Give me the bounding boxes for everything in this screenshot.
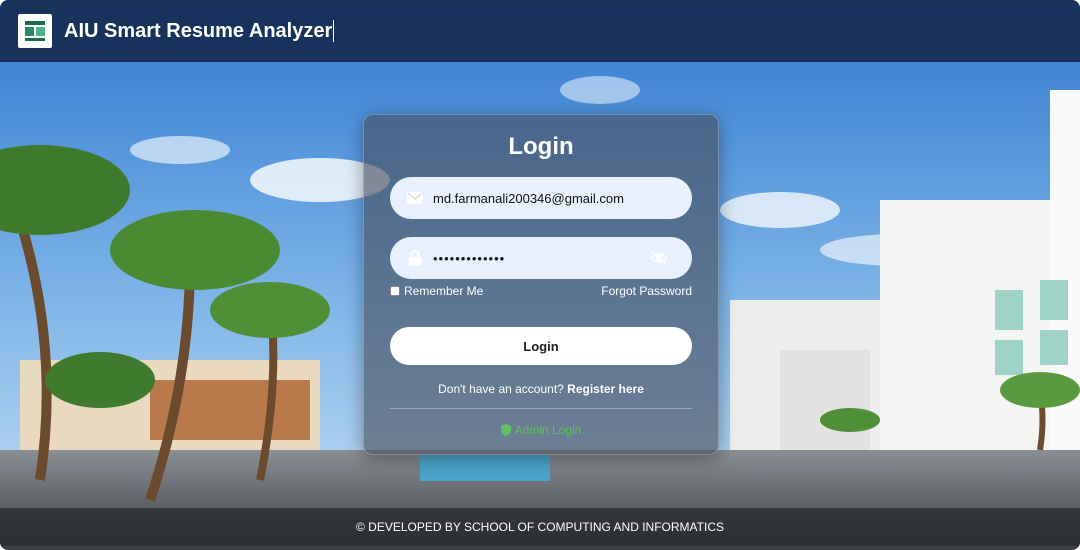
register-prompt-text: Don't have an account? <box>438 382 564 396</box>
register-prompt: Don't have an account? Register here <box>364 382 718 396</box>
shield-icon <box>500 424 511 436</box>
footer: © DEVELOPED BY SCHOOL OF COMPUTING AND I… <box>0 508 1080 546</box>
remember-me-label: Remember Me <box>404 284 484 298</box>
login-title: Login <box>508 133 574 160</box>
register-link[interactable]: Register here <box>567 382 644 396</box>
remember-me-checkbox[interactable] <box>390 286 400 296</box>
app-header: AIU Smart Resume Analyzer <box>0 0 1080 62</box>
lock-icon <box>407 250 423 266</box>
envelope-icon <box>407 190 423 206</box>
divider <box>390 408 692 409</box>
login-button[interactable]: Login <box>390 327 692 365</box>
admin-login-link[interactable]: Admin Login <box>364 423 718 437</box>
app-title: AIU Smart Resume Analyzer <box>64 19 333 42</box>
remember-me[interactable]: Remember Me <box>390 284 483 298</box>
password-input[interactable] <box>433 250 653 266</box>
app-window: AIU Smart Resume Analyzer Login md.farma… <box>0 0 1080 550</box>
footer-text: © DEVELOPED BY SCHOOL OF COMPUTING AND I… <box>355 520 724 534</box>
password-field[interactable] <box>390 237 692 279</box>
admin-login-label: Admin Login <box>514 423 582 437</box>
forgot-password-link[interactable]: Forgot Password <box>601 284 692 298</box>
email-input[interactable] <box>433 190 653 206</box>
login-card: Login md.farmanali200346@gmail.com •••••… <box>363 114 719 455</box>
eye-slash-icon[interactable] <box>650 250 668 266</box>
aiu-logo-icon <box>18 14 52 48</box>
text-cursor <box>333 20 335 42</box>
email-field[interactable] <box>390 177 692 219</box>
remember-row: Remember Me Forgot Password <box>390 283 692 299</box>
